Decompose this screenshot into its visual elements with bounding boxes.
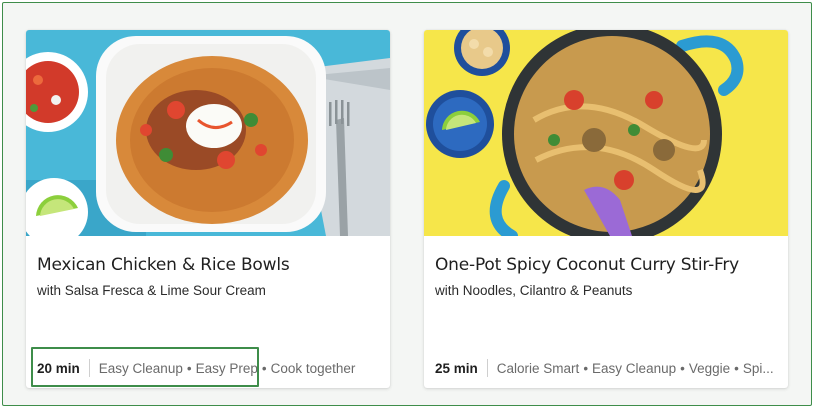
tag-easy-cleanup: Easy Cleanup <box>592 360 677 376</box>
tag-separator: • <box>261 360 267 376</box>
tag-separator: • <box>583 360 589 376</box>
recipe-card-coconut-curry[interactable]: One-Pot Spicy Coconut Curry Stir-Fry wit… <box>424 30 788 388</box>
recipe-meta: 25 min Calorie Smart • Easy Cleanup • Ve… <box>435 358 781 378</box>
recipe-title[interactable]: One-Pot Spicy Coconut Curry Stir-Fry <box>435 255 779 275</box>
cook-time: 25 min <box>435 360 478 376</box>
recipe-subtitle: with Salsa Fresca & Lime Sour Cream <box>37 283 266 298</box>
tag-separator: • <box>186 360 192 376</box>
tag-easy-cleanup: Easy Cleanup <box>98 360 183 376</box>
meta-divider <box>88 359 90 377</box>
tag-cook-together: Cook together <box>270 360 356 376</box>
tag-separator: • <box>734 360 739 376</box>
tag-easy-prep: Easy Prep <box>195 360 258 376</box>
recipe-meta: 20 min Easy Cleanup • Easy Prep • Cook t… <box>37 358 383 378</box>
recipe-photo[interactable] <box>26 30 390 236</box>
tag-separator: • <box>680 360 685 376</box>
recipe-photo[interactable] <box>424 30 788 236</box>
cook-time: 20 min <box>37 360 80 376</box>
tag-veggie: Veggie <box>688 360 731 376</box>
tag-spicy-truncated: Spi... <box>742 360 774 376</box>
tag-calorie-smart: Calorie Smart <box>496 360 580 376</box>
recipe-card-mexican-chicken[interactable]: Mexican Chicken & Rice Bowls with Salsa … <box>26 30 390 388</box>
recipe-subtitle: with Noodles, Cilantro & Peanuts <box>435 283 633 298</box>
recipe-title[interactable]: Mexican Chicken & Rice Bowls <box>37 255 381 275</box>
meta-divider <box>486 359 488 377</box>
